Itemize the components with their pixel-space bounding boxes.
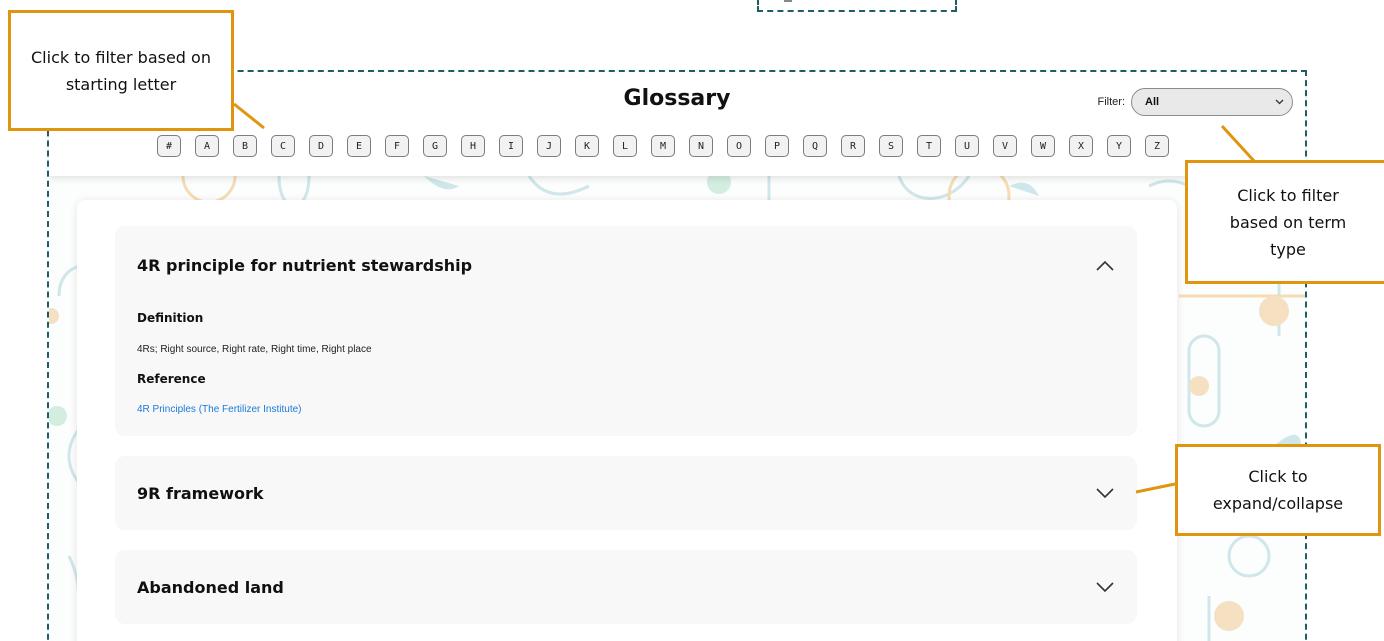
filter-selected-value: All xyxy=(1145,96,1160,108)
letter-button-y[interactable]: Y xyxy=(1107,135,1131,157)
letter-button-r[interactable]: R xyxy=(841,135,865,157)
letter-button-o[interactable]: O xyxy=(727,135,751,157)
callout-letter-filter: Click to filter based on starting letter xyxy=(8,10,234,131)
definition-text: 4Rs; Right source, Right rate, Right tim… xyxy=(137,344,372,355)
letter-button-s[interactable]: S xyxy=(879,135,903,157)
accordion-item-expanded: 4R principle for nutrient stewardship De… xyxy=(115,226,1137,436)
letter-button-i[interactable]: I xyxy=(499,135,523,157)
term-heading[interactable]: 9R framework xyxy=(137,484,264,503)
callout-term-type-filter: Click to filter based on term type xyxy=(1185,160,1384,284)
letter-button-f[interactable]: F xyxy=(385,135,409,157)
filter-select[interactable]: All xyxy=(1131,88,1293,116)
letter-button-e[interactable]: E xyxy=(347,135,371,157)
letter-filter-bar: # A B C D E F G H I J K L M N O P Q R S T U V W X Y Z xyxy=(157,135,1169,157)
letter-button-m[interactable]: M xyxy=(651,135,675,157)
glossary-header: Glossary Filter: All # A B C D E F G H I J K L M N O P Q R… xyxy=(49,72,1305,176)
letter-button-l[interactable]: L xyxy=(613,135,637,157)
filter-label: Filter: xyxy=(1097,96,1126,108)
letter-button-j[interactable]: J xyxy=(537,135,561,157)
chevron-down-icon[interactable] xyxy=(1095,487,1115,499)
chevron-up-icon[interactable] xyxy=(1095,260,1115,272)
term-type-filter: Filter: All xyxy=(1097,88,1293,116)
letter-button-u[interactable]: U xyxy=(955,135,979,157)
letter-button-g[interactable]: G xyxy=(423,135,447,157)
letter-button-t[interactable]: T xyxy=(917,135,941,157)
reference-link[interactable]: 4R Principles (The Fertilizer Institute) xyxy=(137,404,302,415)
accordion-item[interactable]: 9R framework xyxy=(115,456,1137,530)
definition-label: Definition xyxy=(137,311,204,325)
term-heading[interactable]: Abandoned land xyxy=(137,578,284,597)
letter-button-a[interactable]: A xyxy=(195,135,219,157)
letter-button-h[interactable]: H xyxy=(461,135,485,157)
letter-button-q[interactable]: Q xyxy=(803,135,827,157)
letter-button-v[interactable]: V xyxy=(993,135,1017,157)
letter-button-d[interactable]: D xyxy=(309,135,333,157)
letter-button-b[interactable]: B xyxy=(233,135,257,157)
glossary-card: 4R principle for nutrient stewardship De… xyxy=(77,200,1177,641)
chevron-down-icon[interactable] xyxy=(1095,581,1115,593)
term-heading[interactable]: 4R principle for nutrient stewardship xyxy=(137,256,472,275)
letter-button-c[interactable]: C xyxy=(271,135,295,157)
letter-button-k[interactable]: K xyxy=(575,135,599,157)
letter-button-z[interactable]: Z xyxy=(1145,135,1169,157)
letter-button-hash[interactable]: # xyxy=(157,135,181,157)
letter-button-p[interactable]: P xyxy=(765,135,789,157)
letter-button-n[interactable]: N xyxy=(689,135,713,157)
accordion-item[interactable]: Abandoned land xyxy=(115,550,1137,624)
reference-label: Reference xyxy=(137,372,206,386)
dashed-top-box xyxy=(757,0,957,12)
letter-button-w[interactable]: W xyxy=(1031,135,1055,157)
chevron-down-icon xyxy=(1275,96,1284,108)
callout-expand-collapse: Click to expand/collapse xyxy=(1175,444,1381,536)
letter-button-x[interactable]: X xyxy=(1069,135,1093,157)
